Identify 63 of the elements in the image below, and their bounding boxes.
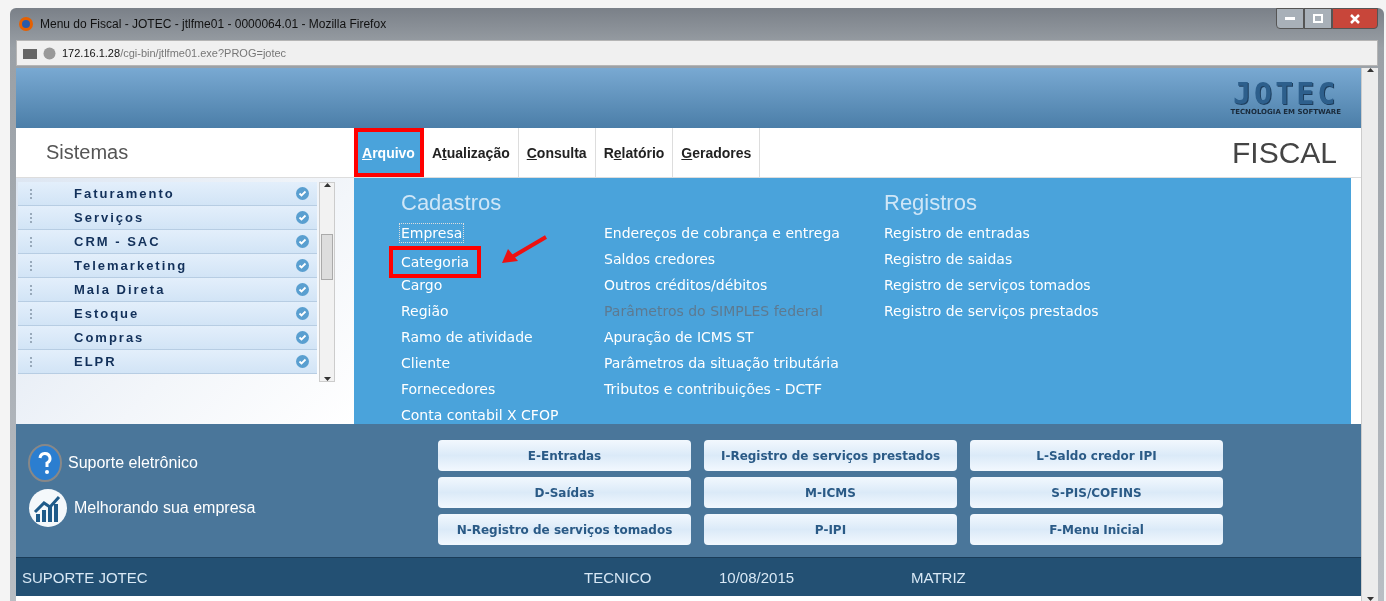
shortcut-button[interactable]: D-Saídas (438, 477, 691, 508)
shortcut-button[interactable]: F-Menu Inicial (970, 514, 1223, 545)
status-branch: MATRIZ (911, 568, 967, 586)
shortcut-button[interactable]: S-PIS/COFINS (970, 477, 1223, 508)
window-title: Menu do Fiscal - JOTEC - jtlfme01 - 0000064.01 - Mozilla Firefox (40, 17, 388, 31)
system-item[interactable]: Serviços (18, 206, 317, 230)
system-item[interactable]: Estoque (18, 302, 317, 326)
minimize-button[interactable] (1276, 8, 1304, 29)
check-icon (296, 235, 309, 248)
system-item[interactable]: Telemarketing (18, 254, 317, 278)
system-item[interactable]: CRM - SAC (18, 230, 317, 254)
browser-logo-icon (18, 16, 34, 32)
arrow-annotation (500, 234, 550, 266)
shortcut-button[interactable]: N-Registro de serviços tomados (438, 514, 691, 545)
minimize-icon (1285, 16, 1295, 21)
close-icon (1350, 13, 1360, 24)
system-item[interactable]: Mala Direta (18, 278, 317, 302)
scroll-up-icon (323, 183, 331, 187)
support-link[interactable]: Melhorando sua empresa (28, 488, 438, 528)
support-link[interactable]: Suporte eletrônico (28, 444, 438, 482)
grip-icon (30, 236, 34, 247)
check-icon (296, 211, 309, 224)
grip-icon (30, 188, 34, 199)
system-item[interactable]: Compras (18, 326, 317, 350)
shortcut-button[interactable]: E-Entradas (438, 440, 691, 471)
grip-icon (30, 356, 34, 367)
scroll-down-icon (323, 377, 331, 381)
sidebar-title: Sistemas (45, 141, 130, 164)
check-icon (296, 187, 309, 200)
address-bar[interactable]: 172.16.1.28/cgi-bin/jtlfme01.exe?PROG=jotec (16, 40, 1378, 66)
menu-heading: Registros (884, 189, 978, 217)
help-icon (28, 444, 62, 482)
check-icon (296, 283, 309, 296)
system-item[interactable]: Faturamento (18, 182, 317, 206)
scroll-down-icon (1366, 597, 1374, 601)
status-company: SUPORTE JOTEC (21, 568, 149, 586)
page-scrollbar[interactable] (1361, 68, 1378, 601)
status-user: TECNICO (584, 568, 653, 586)
scroll-up-icon (1366, 68, 1374, 72)
check-icon (296, 259, 309, 272)
shortcut-button[interactable]: P-IPI (704, 514, 957, 545)
check-icon (296, 307, 309, 320)
check-icon (296, 331, 309, 344)
scroll-thumb[interactable] (321, 234, 333, 280)
status-date: 10/08/2015 (719, 568, 796, 586)
check-icon (296, 355, 309, 368)
grip-icon (30, 332, 34, 343)
maximize-icon (1313, 14, 1323, 23)
url-text: 172.16.1.28/cgi-bin/jtlfme01.exe?PROG=jotec (62, 47, 287, 59)
shortcut-button[interactable]: L-Saldo credor IPI (970, 440, 1223, 471)
shortcut-button[interactable]: M-ICMS (704, 477, 957, 508)
grip-icon (30, 308, 34, 319)
grip-icon (30, 260, 34, 271)
module-title: FISCAL (1231, 135, 1338, 170)
menu-heading: Cadastros (401, 189, 503, 217)
close-button[interactable] (1332, 8, 1378, 29)
grip-icon (30, 284, 34, 295)
system-item[interactable]: ELPR (18, 350, 317, 374)
maximize-button[interactable] (1304, 8, 1332, 29)
scrollbar[interactable] (319, 182, 335, 382)
shortcut-button[interactable]: I-Registro de serviços prestados (704, 440, 957, 471)
chart-growth-icon (28, 488, 68, 528)
grip-icon (30, 212, 34, 223)
